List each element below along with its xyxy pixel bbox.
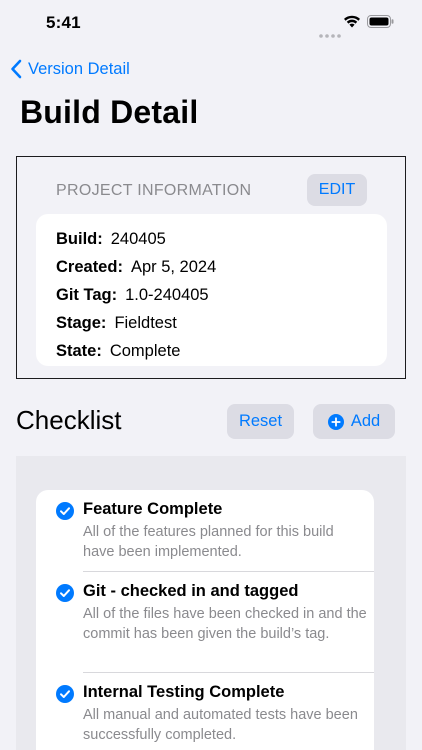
- plus-circle-icon: [327, 413, 344, 430]
- checklist-item-title: Git - checked in and tagged: [83, 582, 299, 600]
- checklist-item-title: Internal Testing Complete: [83, 683, 285, 701]
- info-label: Build:: [56, 230, 103, 248]
- info-row-build: Build: 240405: [56, 225, 387, 253]
- checklist-panel: Feature Complete All of the features pla…: [16, 456, 406, 750]
- info-value: Apr 5, 2024: [130, 258, 217, 276]
- info-row-created: Created: Apr 5, 2024: [56, 253, 387, 281]
- add-label: Add: [350, 412, 381, 430]
- info-value: 1.0-240405: [125, 286, 209, 304]
- checkmark-circle-icon[interactable]: [56, 685, 74, 703]
- status-bar: 5:41: [0, 0, 422, 48]
- checklist-item-description: All manual and automated tests have been…: [83, 707, 358, 743]
- info-value: Complete: [109, 342, 181, 360]
- page-title: Build Detail: [20, 94, 199, 130]
- edit-button[interactable]: EDIT: [307, 174, 367, 206]
- checkmark-circle-icon[interactable]: [56, 502, 74, 520]
- add-button[interactable]: Add: [313, 404, 395, 439]
- reset-button[interactable]: Reset: [227, 404, 294, 439]
- checklist-title: Checklist: [16, 405, 122, 435]
- info-value: 240405: [110, 230, 166, 248]
- project-information-header: PROJECT INFORMATION: [56, 182, 252, 199]
- info-row-state: State: Complete: [56, 337, 387, 365]
- checklist-item-description: All of the files have been checked in an…: [83, 606, 367, 642]
- checklist-item[interactable]: Git - checked in and tagged All of the f…: [36, 572, 374, 673]
- info-value: Fieldtest: [114, 314, 177, 332]
- checklist-item-title: Feature Complete: [83, 500, 223, 518]
- checklist-item[interactable]: Internal Testing Complete All manual and…: [36, 673, 374, 750]
- status-time: 5:41: [46, 13, 81, 32]
- info-label: State:: [56, 342, 102, 360]
- info-label: Git Tag:: [56, 286, 118, 304]
- checkmark-circle-icon[interactable]: [56, 584, 74, 602]
- project-information-section: PROJECT INFORMATION EDIT Build: 240405 Cr…: [16, 156, 406, 379]
- battery-icon: [367, 15, 394, 33]
- info-label: Stage:: [56, 314, 107, 332]
- wifi-icon: [343, 14, 361, 33]
- info-row-stage: Stage: Fieldtest: [56, 309, 387, 337]
- info-row-git-tag: Git Tag: 1.0-240405: [56, 281, 387, 309]
- checklist-item-description: All of the features planned for this bui…: [83, 524, 334, 560]
- back-label: Version Detail: [28, 59, 130, 78]
- back-button[interactable]: Version Detail: [10, 57, 130, 81]
- checklist-card: Feature Complete All of the features pla…: [36, 490, 374, 750]
- checklist-item[interactable]: Feature Complete All of the features pla…: [36, 490, 374, 572]
- info-label: Created:: [56, 258, 123, 276]
- cellular-signal-icon: [319, 25, 341, 38]
- chevron-left-icon: [11, 59, 22, 79]
- project-info-card: Build: 240405 Created: Apr 5, 2024 Git Tag…: [36, 214, 387, 366]
